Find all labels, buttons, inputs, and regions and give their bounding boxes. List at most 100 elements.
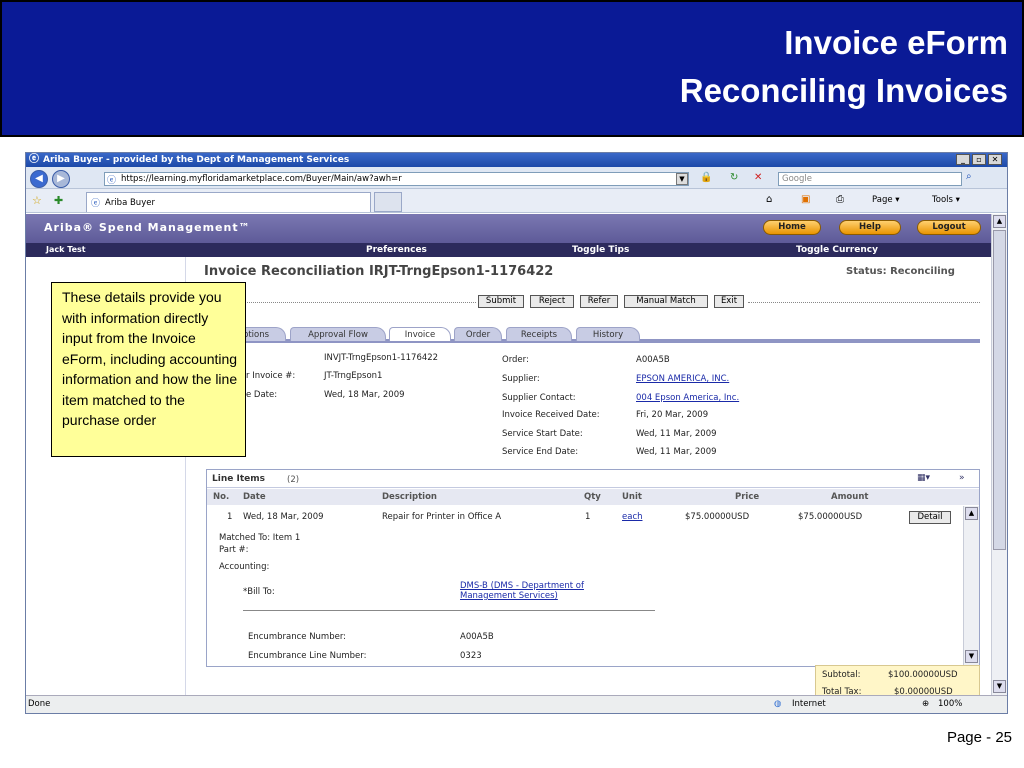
page-scroll-up-icon[interactable]: ▲ (993, 215, 1006, 228)
supplier-invoice-value: JT-TrngEpson1 (324, 371, 383, 381)
tab-receipts[interactable]: Receipts (506, 327, 572, 341)
address-input[interactable]: ⓔ https://learning.myfloridamarketplace.… (104, 172, 689, 186)
matched-to: Matched To: Item 1 (219, 533, 301, 543)
divider-left (236, 302, 476, 303)
print-icon[interactable]: ⎙ (836, 194, 844, 205)
column-options-icon[interactable]: ▦▾ (917, 473, 930, 483)
page-menu[interactable]: Page ▾ (872, 195, 900, 205)
zoom-icon[interactable]: ⊕ (922, 696, 929, 713)
line-items-count: (2) (287, 475, 300, 485)
slide-title-line2: Reconciling Invoices (679, 72, 1008, 109)
tab-invoice[interactable]: Invoice (389, 327, 451, 341)
supplier-contact-link[interactable]: 004 Epson America, Inc. (636, 393, 739, 403)
refer-button[interactable]: Refer (580, 295, 618, 308)
ie-icon: ⓔ (29, 154, 39, 165)
col-date: Date (243, 492, 266, 502)
window-title-bar: ⓔ Ariba Buyer - provided by the Dept of … (26, 153, 1007, 167)
manual-match-button[interactable]: Manual Match (624, 295, 708, 308)
tab-approval-flow[interactable]: Approval Flow (290, 327, 386, 341)
supplier-link[interactable]: EPSON AMERICA, INC. (636, 374, 729, 384)
toggle-tips-link[interactable]: Toggle Tips (572, 243, 629, 257)
scroll-up-icon[interactable]: ▲ (965, 507, 978, 520)
add-favorites-icon[interactable]: ✚ (54, 194, 63, 207)
page-scrollbar[interactable]: ▲ ▼ (991, 214, 1007, 695)
col-unit: Unit (622, 492, 642, 502)
line-items-title: Line Items (212, 474, 265, 484)
line-items-scrollbar[interactable]: ▲ ▼ (963, 506, 979, 666)
page-scroll-thumb[interactable] (993, 230, 1006, 550)
close-button[interactable]: ✕ (988, 154, 1002, 165)
tab-order[interactable]: Order (454, 327, 502, 341)
scroll-down-icon[interactable]: ▼ (965, 650, 978, 663)
forward-button[interactable]: ▶ (52, 170, 70, 188)
refresh-icon[interactable]: ↻ (730, 172, 738, 183)
row-unit-link[interactable]: each (622, 512, 643, 522)
minimize-button[interactable]: _ (956, 154, 970, 165)
user-name: Jack Test (46, 245, 86, 254)
invoice-date-label: e Date: (246, 390, 278, 400)
invoice-date-value: Wed, 18 Mar, 2009 (324, 390, 405, 400)
tab-label: Ariba Buyer (105, 198, 155, 208)
ariba-nav-bar: Jack Test Preferences Toggle Tips Toggle… (26, 243, 991, 257)
totals-summary: Subtotal: $100.00000USD Total Tax: $0.00… (815, 665, 980, 699)
accounting-divider (243, 610, 655, 611)
internet-zone-icon: ◍ (774, 699, 782, 709)
preferences-link[interactable]: Preferences (366, 243, 427, 257)
logout-button[interactable]: Logout (917, 220, 981, 235)
service-end-value: Wed, 11 Mar, 2009 (636, 447, 717, 457)
help-button[interactable]: Help (839, 220, 901, 235)
line-items-header: Line Items (2) ▦▾ » (207, 470, 979, 488)
home-button[interactable]: Home (763, 220, 821, 235)
supplier-label: Supplier: (502, 374, 540, 384)
submit-button[interactable]: Submit (478, 295, 524, 308)
stop-icon[interactable]: ✕ (754, 172, 762, 183)
service-end-label: Service End Date: (502, 447, 579, 457)
new-tab-button[interactable] (374, 192, 402, 212)
col-qty: Qty (584, 492, 601, 502)
search-icon[interactable]: ⌕ (966, 171, 972, 182)
encumbrance-line-label: Encumbrance Line Number: (248, 651, 367, 661)
tab-ariba-buyer[interactable]: ⓔ Ariba Buyer (86, 192, 371, 212)
tools-menu[interactable]: Tools ▾ (932, 195, 960, 205)
bill-to-link-line1[interactable]: DMS-B (DMS - Department of (460, 581, 584, 591)
address-url: https://learning.myfloridamarketplace.co… (121, 174, 402, 184)
table-row: 1 Wed, 18 Mar, 2009 Repair for Printer i… (207, 506, 963, 666)
order-label: Order: (502, 355, 529, 365)
row-date: Wed, 18 Mar, 2009 (243, 512, 324, 522)
invoice-number-value: INVJT-TrngEpson1-1176422 (324, 353, 439, 363)
service-start-value: Wed, 11 Mar, 2009 (636, 429, 717, 439)
encumbrance-number-value: A00A5B (460, 632, 494, 642)
page-scroll-down-icon[interactable]: ▼ (993, 680, 1006, 693)
status-text: Done (28, 699, 51, 709)
reject-button[interactable]: Reject (530, 295, 574, 308)
tab-history[interactable]: History (576, 327, 640, 341)
toggle-currency-link[interactable]: Toggle Currency (796, 243, 878, 257)
maximize-button[interactable]: ▫ (972, 154, 986, 165)
encumbrance-number-label: Encumbrance Number: (248, 632, 347, 642)
row-qty: 1 (585, 512, 591, 522)
favorites-star-icon[interactable]: ☆ (32, 194, 42, 207)
tab-page-icon: ⓔ (91, 199, 101, 209)
row-no: 1 (227, 512, 233, 522)
row-price: $75.00000USD (685, 512, 750, 522)
home-icon[interactable]: ⌂ (766, 194, 772, 205)
column-header-row: No. Date Description Qty Unit Price Amou… (207, 489, 979, 505)
order-value: A00A5B (636, 355, 670, 365)
part-number-label: Part #: (219, 545, 249, 555)
supplier-contact-label: Supplier Contact: (502, 393, 576, 403)
zoom-level[interactable]: 100% (938, 696, 962, 713)
search-input[interactable]: Google (778, 172, 962, 186)
bill-to-link-line2[interactable]: Management Services) (460, 591, 558, 601)
back-button[interactable]: ◀ (30, 170, 48, 188)
address-dropdown-button[interactable]: ▼ (676, 173, 688, 185)
ariba-header: Ariba® Spend Management™ Home Help Logou… (26, 214, 991, 243)
tab-toolbar: ☆ ✚ ⓔ Ariba Buyer ⌂ ▣ ⎙ Page ▾ Tools ▾ (26, 189, 1007, 213)
slide-header: Invoice eForm Reconciling Invoices (0, 0, 1024, 137)
page-icon: ⓔ (107, 176, 117, 186)
collapse-icon[interactable]: » (959, 473, 965, 483)
service-start-label: Service Start Date: (502, 429, 583, 439)
invoice-content: Invoice Reconciliation IRJT-TrngEpson1-1… (186, 257, 991, 699)
feeds-icon[interactable]: ▣ (801, 194, 810, 205)
exit-button[interactable]: Exit (714, 295, 744, 308)
detail-button[interactable]: Detail (909, 511, 951, 524)
